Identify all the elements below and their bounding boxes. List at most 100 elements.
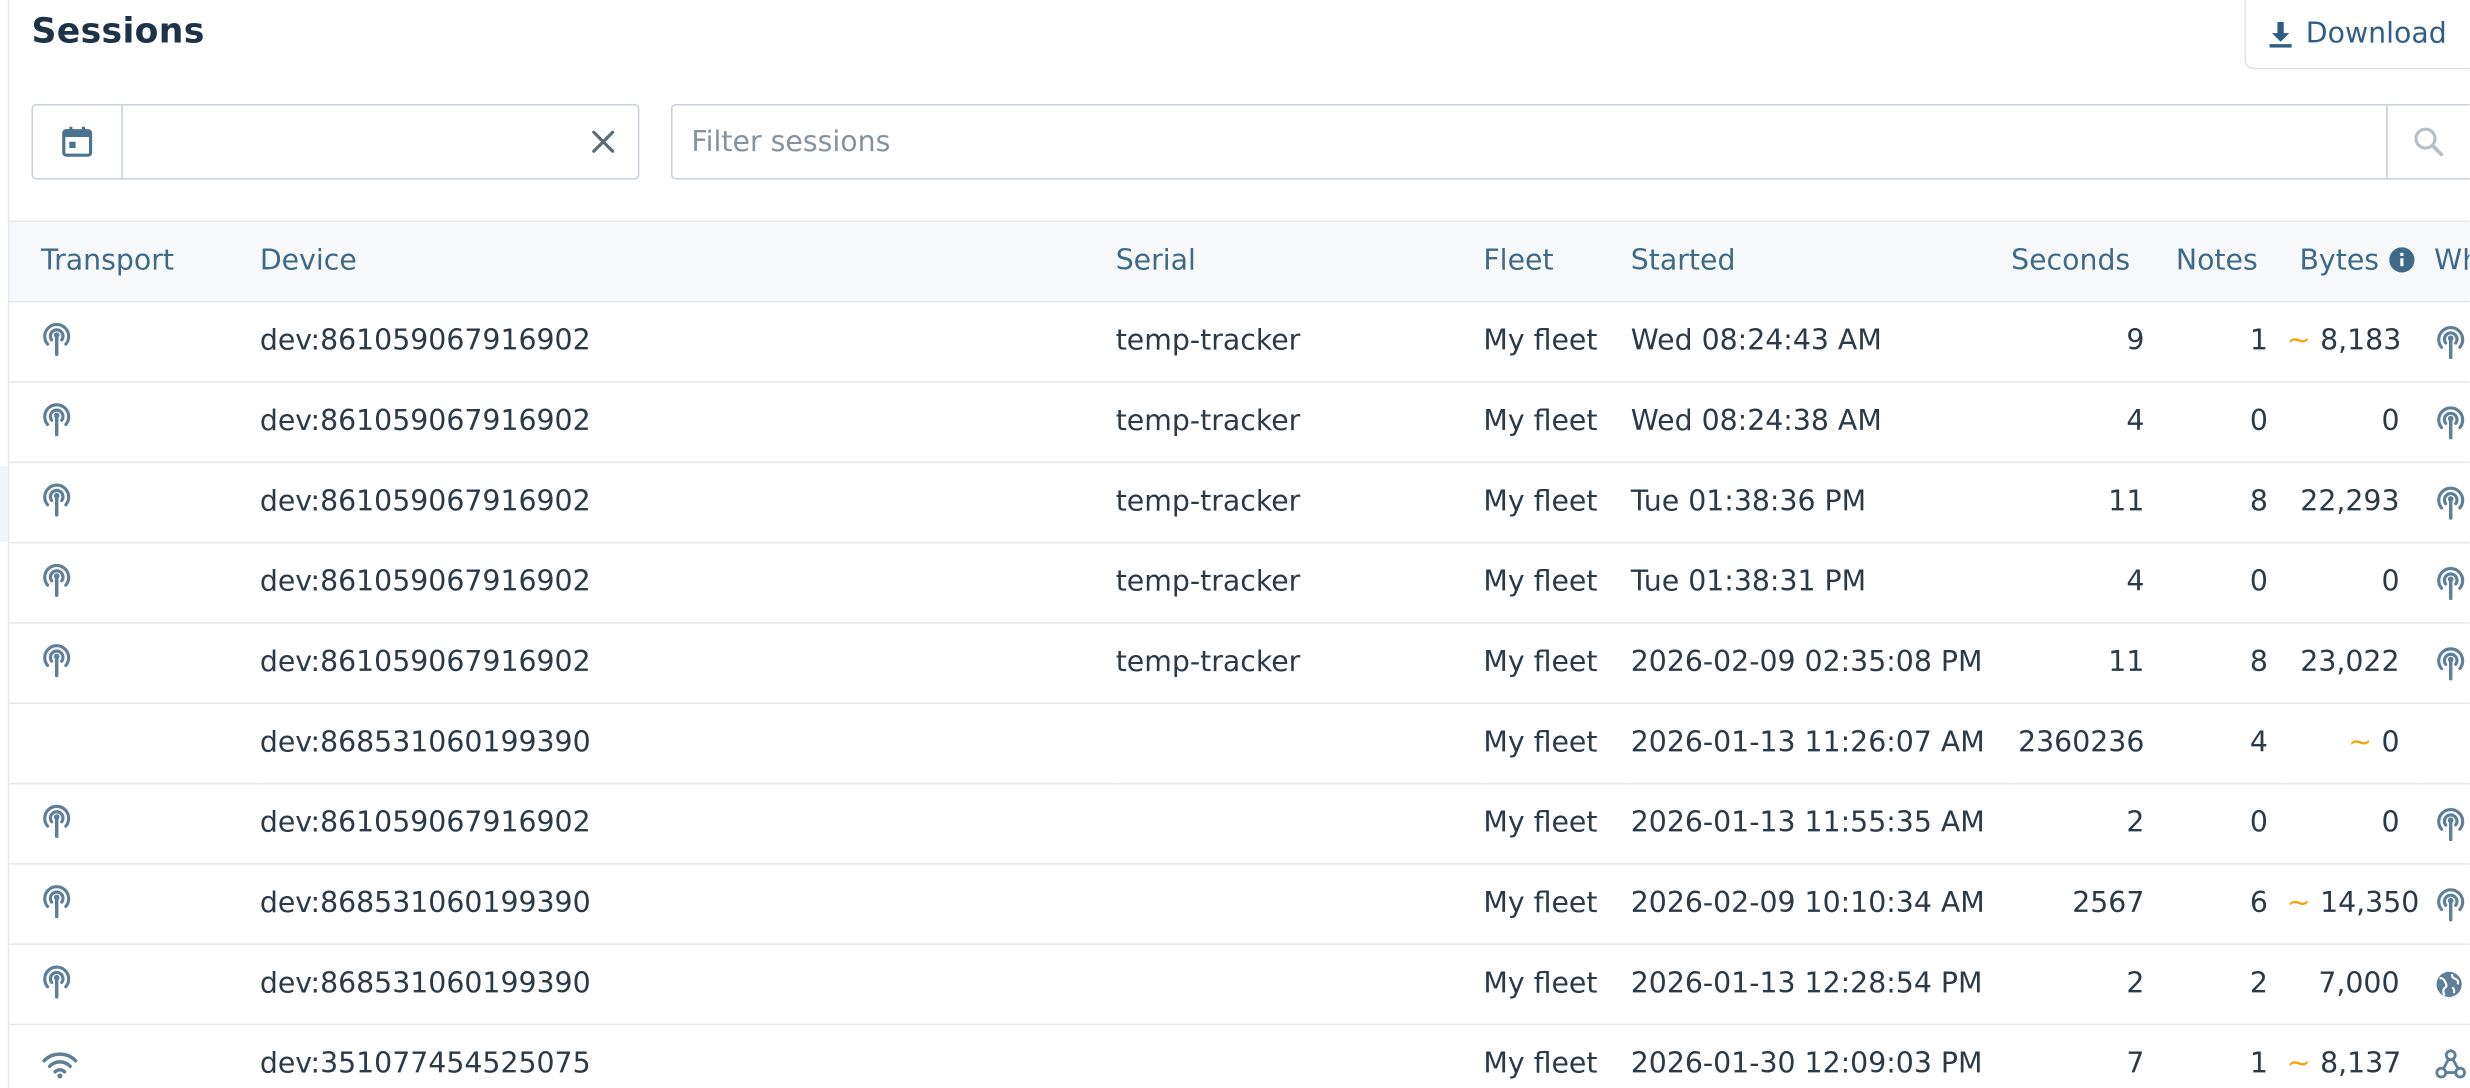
wifi-icon (42, 1051, 78, 1078)
table-row[interactable]: dev:861059067916902 temp-tracker My flee… (9, 541, 2470, 623)
cellular-tower-icon (43, 322, 71, 356)
serial-cell: temp-tracker (1115, 541, 1484, 623)
seconds-cell: 4 (2007, 381, 2164, 463)
column-header-wh[interactable]: Wh (2418, 222, 2470, 302)
cellular-tower-icon (43, 482, 71, 516)
serial-cell (1115, 943, 1484, 1025)
started-cell: 2026-01-13 11:55:35 AM (1630, 782, 2008, 864)
seconds-cell: 11 (2007, 622, 2164, 704)
transport-cell (9, 1023, 260, 1088)
device-cell[interactable]: dev:351077454525075 (259, 1023, 1116, 1088)
cellular-tower-icon (43, 804, 71, 838)
device-cell[interactable]: dev:868531060199390 (259, 702, 1116, 784)
table-row[interactable]: dev:861059067916902 temp-tracker My flee… (9, 300, 2470, 382)
date-range-picker[interactable] (31, 103, 640, 180)
table-row[interactable]: dev:868531060199390 My fleet 2026-01-13 … (9, 702, 2470, 784)
transport-icon-slot (41, 481, 73, 524)
wh-cell (2418, 381, 2470, 463)
transport-icon-slot (41, 802, 73, 845)
table-row[interactable]: dev:351077454525075 My fleet 2026-01-30 … (9, 1023, 2470, 1088)
seconds-cell: 11 (2007, 461, 2164, 543)
wh-cell (2418, 782, 2470, 864)
device-cell[interactable]: dev:868531060199390 (259, 863, 1116, 945)
bytes-value: 7,000 (2318, 967, 2400, 1001)
wh-icon-slot (2434, 565, 2466, 600)
search-button[interactable] (2386, 105, 2469, 178)
serial-cell (1115, 1023, 1484, 1088)
device-cell[interactable]: dev:861059067916902 (259, 300, 1116, 382)
started-cell: 2026-02-09 02:35:08 PM (1630, 622, 2008, 704)
close-icon (592, 130, 615, 153)
notes-cell: 0 (2163, 541, 2287, 623)
column-header-transport[interactable]: Transport (9, 222, 260, 302)
wh-cell (2418, 702, 2470, 784)
device-cell[interactable]: dev:868531060199390 (259, 943, 1116, 1025)
fleet-cell: My fleet (1483, 702, 1631, 784)
download-label: Download (2305, 17, 2447, 51)
filter-sessions-input[interactable] (672, 105, 2387, 178)
column-header-device[interactable]: Device (259, 222, 1116, 302)
wh-icon-slot (2434, 645, 2466, 680)
notes-cell: 1 (2163, 1023, 2287, 1088)
table-row[interactable]: dev:868531060199390 My fleet 2026-02-09 … (9, 863, 2470, 945)
device-cell[interactable]: dev:861059067916902 (259, 381, 1116, 463)
bytes-cell: ~8,183 (2286, 300, 2419, 382)
cellular-tower-icon (2436, 485, 2464, 520)
bytes-cell: 7,000 (2286, 943, 2419, 1025)
calendar-icon (62, 126, 93, 157)
cellular-tower-icon (2436, 405, 2464, 439)
left-edge-highlight (0, 466, 8, 542)
serial-cell: temp-tracker (1115, 300, 1484, 382)
wh-icon-slot (2434, 967, 2462, 1000)
table-header-row: Transport Device Serial Fleet Started Se… (9, 222, 2470, 302)
wh-icon-slot (2434, 806, 2466, 841)
column-header-seconds[interactable]: Seconds (2007, 222, 2164, 302)
column-header-started[interactable]: Started (1630, 222, 2008, 302)
cellular-tower-icon (2436, 566, 2464, 600)
fleet-cell: My fleet (1483, 461, 1631, 543)
download-button[interactable]: Download (2244, 0, 2470, 70)
column-header-notes[interactable]: Notes (2163, 222, 2287, 302)
notes-cell: 4 (2163, 702, 2287, 784)
clear-date-button[interactable] (587, 126, 619, 158)
transport-icon-slot (41, 401, 73, 444)
table-row[interactable]: dev:868531060199390 My fleet 2026-01-13 … (9, 943, 2470, 1025)
seconds-cell: 2 (2007, 943, 2164, 1025)
started-cell: Tue 01:38:31 PM (1630, 541, 2008, 623)
serial-cell (1115, 702, 1484, 784)
bytes-value: 14,350 (2320, 886, 2419, 920)
wh-cell (2418, 1023, 2470, 1088)
calendar-button[interactable] (33, 105, 123, 178)
started-cell: 2026-01-13 11:26:07 AM (1630, 702, 2008, 784)
filter-sessions-box (670, 103, 2470, 180)
column-header-fleet[interactable]: Fleet (1483, 222, 1631, 302)
table-row[interactable]: dev:861059067916902 My fleet 2026-01-13 … (9, 782, 2470, 864)
started-cell: 2026-01-30 12:09:03 PM (1630, 1023, 2008, 1088)
network-hub-icon (2434, 1049, 2466, 1079)
device-cell[interactable]: dev:861059067916902 (259, 782, 1116, 864)
wh-cell (2418, 461, 2470, 543)
cellular-tower-icon (43, 643, 71, 677)
transport-cell (9, 541, 260, 623)
device-cell[interactable]: dev:861059067916902 (259, 622, 1116, 704)
device-cell[interactable]: dev:861059067916902 (259, 461, 1116, 543)
bytes-header-label: Bytes (2299, 244, 2380, 278)
transport-cell (9, 782, 260, 864)
fleet-cell: My fleet (1483, 622, 1631, 704)
notes-cell: 0 (2163, 381, 2287, 463)
cellular-tower-icon (43, 964, 71, 998)
table-row[interactable]: dev:861059067916902 temp-tracker My flee… (9, 381, 2470, 463)
table-row[interactable]: dev:861059067916902 temp-tracker My flee… (9, 461, 2470, 543)
device-cell[interactable]: dev:861059067916902 (259, 541, 1116, 623)
column-header-serial[interactable]: Serial (1115, 222, 1484, 302)
bytes-value: 0 (2381, 806, 2400, 840)
column-header-bytes[interactable]: Bytes (2286, 222, 2419, 302)
approx-marker: ~ (2286, 1047, 2311, 1081)
table-row[interactable]: dev:861059067916902 temp-tracker My flee… (9, 622, 2470, 704)
bytes-cell: ~8,137 (2286, 1023, 2419, 1088)
wh-cell (2418, 541, 2470, 623)
transport-cell (9, 381, 260, 463)
fleet-cell: My fleet (1483, 541, 1631, 623)
info-icon[interactable] (2388, 247, 2414, 273)
fleet-cell: My fleet (1483, 782, 1631, 864)
